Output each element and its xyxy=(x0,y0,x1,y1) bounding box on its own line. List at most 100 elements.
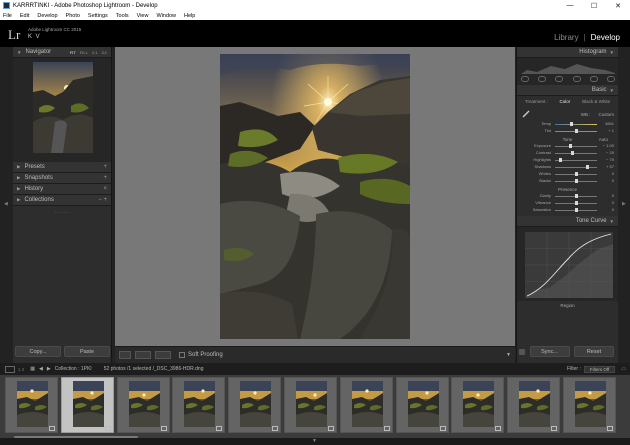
zoom-1-1[interactable]: 1:1 xyxy=(92,50,98,55)
collapse-bottom-icon[interactable]: ▼ xyxy=(312,438,317,444)
filter-lock-icon[interactable]: ▭ xyxy=(621,366,626,372)
menu-develop[interactable]: Develop xyxy=(37,13,57,19)
filmstrip-thumbnail[interactable] xyxy=(5,377,58,433)
vibrance-slider-value[interactable]: 0 xyxy=(612,200,614,205)
exposure-slider-value[interactable]: − 1.00 xyxy=(603,143,614,148)
tone-curve[interactable] xyxy=(517,227,618,301)
wb-select[interactable]: Custom xyxy=(598,112,614,117)
whites-slider-knob[interactable] xyxy=(574,172,578,176)
soft-proofing-checkbox[interactable] xyxy=(179,352,185,358)
tone-curve-graph[interactable] xyxy=(525,232,613,298)
filmstrip-thumbnail[interactable] xyxy=(172,377,226,433)
image-canvas[interactable] xyxy=(115,47,515,346)
clarity-slider-value[interactable]: 0 xyxy=(612,193,614,198)
disclosure-right-icon[interactable]: ▶ xyxy=(17,164,20,170)
temp-slider-track[interactable] xyxy=(555,124,597,125)
highlights-slider-value[interactable]: − 75 xyxy=(606,157,614,162)
vibrance-slider-knob[interactable] xyxy=(574,201,578,205)
disclosure-down-icon[interactable]: ▼ xyxy=(17,50,21,55)
saturation-slider-knob[interactable] xyxy=(574,208,578,212)
menu-photo[interactable]: Photo xyxy=(66,13,80,19)
menu-help[interactable]: Help xyxy=(184,13,195,19)
navigator-thumbnail[interactable] xyxy=(33,62,93,153)
disclosure-right-icon[interactable]: ▶ xyxy=(17,197,20,203)
close-button[interactable]: ✕ xyxy=(606,0,630,11)
disclosure-down-icon[interactable]: ▼ xyxy=(610,219,614,224)
filmstrip-thumbnail[interactable] xyxy=(116,377,170,433)
menu-window[interactable]: Window xyxy=(156,13,176,19)
tint-slider-knob[interactable] xyxy=(574,129,578,133)
menu-file[interactable]: File xyxy=(3,13,12,19)
zoom-fill[interactable]: FILL xyxy=(80,50,88,55)
add-snapshot-button[interactable]: + xyxy=(103,175,107,181)
paste-button[interactable]: Paste xyxy=(64,346,110,357)
saturation-slider-value[interactable]: 0 xyxy=(612,207,614,212)
back-arrow-icon[interactable]: ◀ xyxy=(39,366,43,372)
clear-history-button[interactable]: × xyxy=(103,186,107,192)
exposure-slider-knob[interactable] xyxy=(569,144,573,148)
copy-button[interactable]: Copy... xyxy=(15,346,61,357)
navigator-header[interactable]: ▼ Navigator FIT FILL 1:1 3:1 xyxy=(13,47,111,58)
spot-removal-icon[interactable] xyxy=(538,75,547,82)
whites-slider-value[interactable]: 0 xyxy=(612,171,614,176)
disclosure-down-icon[interactable]: ▼ xyxy=(610,50,614,55)
page-numbers[interactable]: 1 2 xyxy=(18,367,24,372)
highlights-slider-knob[interactable] xyxy=(558,158,562,162)
crop-icon[interactable] xyxy=(521,75,529,82)
toolbar-menu-icon[interactable]: ▼ xyxy=(506,352,511,358)
disclosure-right-icon[interactable]: ▶ xyxy=(17,175,20,181)
shadows-slider-value[interactable]: + 57 xyxy=(606,164,614,169)
grid-view-icon[interactable]: ▦ xyxy=(30,366,35,372)
bottom-panel-edge[interactable]: ▼ xyxy=(0,438,630,445)
photo-count[interactable]: 52 photos /1 selected /_DSC_3986-HDR.dng xyxy=(104,366,204,372)
treatment-bw[interactable]: Black & White xyxy=(582,99,610,104)
add-preset-button[interactable]: + xyxy=(103,164,107,170)
filter-select[interactable]: Filters Off xyxy=(583,365,616,373)
filmstrip-thumbnail[interactable] xyxy=(451,377,505,433)
filmstrip-thumbnail[interactable] xyxy=(339,377,393,433)
zoom-fit[interactable]: FIT xyxy=(70,50,76,55)
histogram[interactable] xyxy=(517,58,618,85)
clarity-slider-knob[interactable] xyxy=(574,194,578,198)
menu-settings[interactable]: Settings xyxy=(88,13,108,19)
source-breadcrumb[interactable]: Collection : 1PKI xyxy=(55,366,92,372)
shadows-slider-track[interactable] xyxy=(555,167,597,168)
basic-header[interactable]: Basic ▼ xyxy=(517,85,618,96)
collections-controls[interactable]: − + xyxy=(98,197,107,203)
minimize-button[interactable]: — xyxy=(558,0,582,11)
before-after-swap-icon[interactable] xyxy=(155,351,171,359)
menu-view[interactable]: View xyxy=(137,13,149,19)
collapse-right-icon[interactable]: ▶ xyxy=(622,201,626,207)
disclosure-right-icon[interactable]: ▶ xyxy=(17,186,20,192)
history-header[interactable]: ▶ History × xyxy=(13,184,111,195)
tint-slider-value[interactable]: + 1 xyxy=(608,128,614,133)
right-panel-edge[interactable]: ▶ xyxy=(618,47,630,363)
menu-edit[interactable]: Edit xyxy=(20,13,29,19)
reset-button[interactable]: Reset xyxy=(574,346,614,357)
histogram-header[interactable]: Histogram ▼ xyxy=(517,47,618,58)
temp-slider-value[interactable]: 4841 xyxy=(605,121,614,126)
red-eye-icon[interactable] xyxy=(555,75,564,82)
blacks-slider-knob[interactable] xyxy=(574,179,578,183)
module-develop[interactable]: Develop xyxy=(591,33,620,42)
before-after-icon[interactable] xyxy=(135,351,151,359)
forward-arrow-icon[interactable]: ▶ xyxy=(47,366,51,372)
adjustment-brush-icon[interactable] xyxy=(606,75,615,82)
sync-button[interactable]: Sync... xyxy=(529,346,570,357)
filmstrip-thumbnail[interactable] xyxy=(60,377,114,433)
maximize-button[interactable]: ☐ xyxy=(582,0,606,11)
collections-header[interactable]: ▶ Collections − + xyxy=(13,195,111,206)
module-library[interactable]: Library xyxy=(554,33,578,42)
collapse-left-icon[interactable]: ◀ xyxy=(4,201,8,207)
filmstrip-thumbnail[interactable] xyxy=(395,377,449,433)
treatment-color[interactable]: Color xyxy=(560,99,571,104)
shadows-slider-knob[interactable] xyxy=(586,165,590,169)
contrast-slider-knob[interactable] xyxy=(571,151,575,155)
menu-tools[interactable]: Tools xyxy=(116,13,129,19)
blacks-slider-value[interactable]: 0 xyxy=(612,178,614,183)
contrast-slider-track[interactable] xyxy=(555,153,597,154)
eyedropper-icon[interactable] xyxy=(521,109,531,119)
secondary-window-icon[interactable] xyxy=(5,365,15,373)
zoom-3-1[interactable]: 3:1 xyxy=(101,50,107,55)
graduated-filter-icon[interactable] xyxy=(572,75,581,82)
